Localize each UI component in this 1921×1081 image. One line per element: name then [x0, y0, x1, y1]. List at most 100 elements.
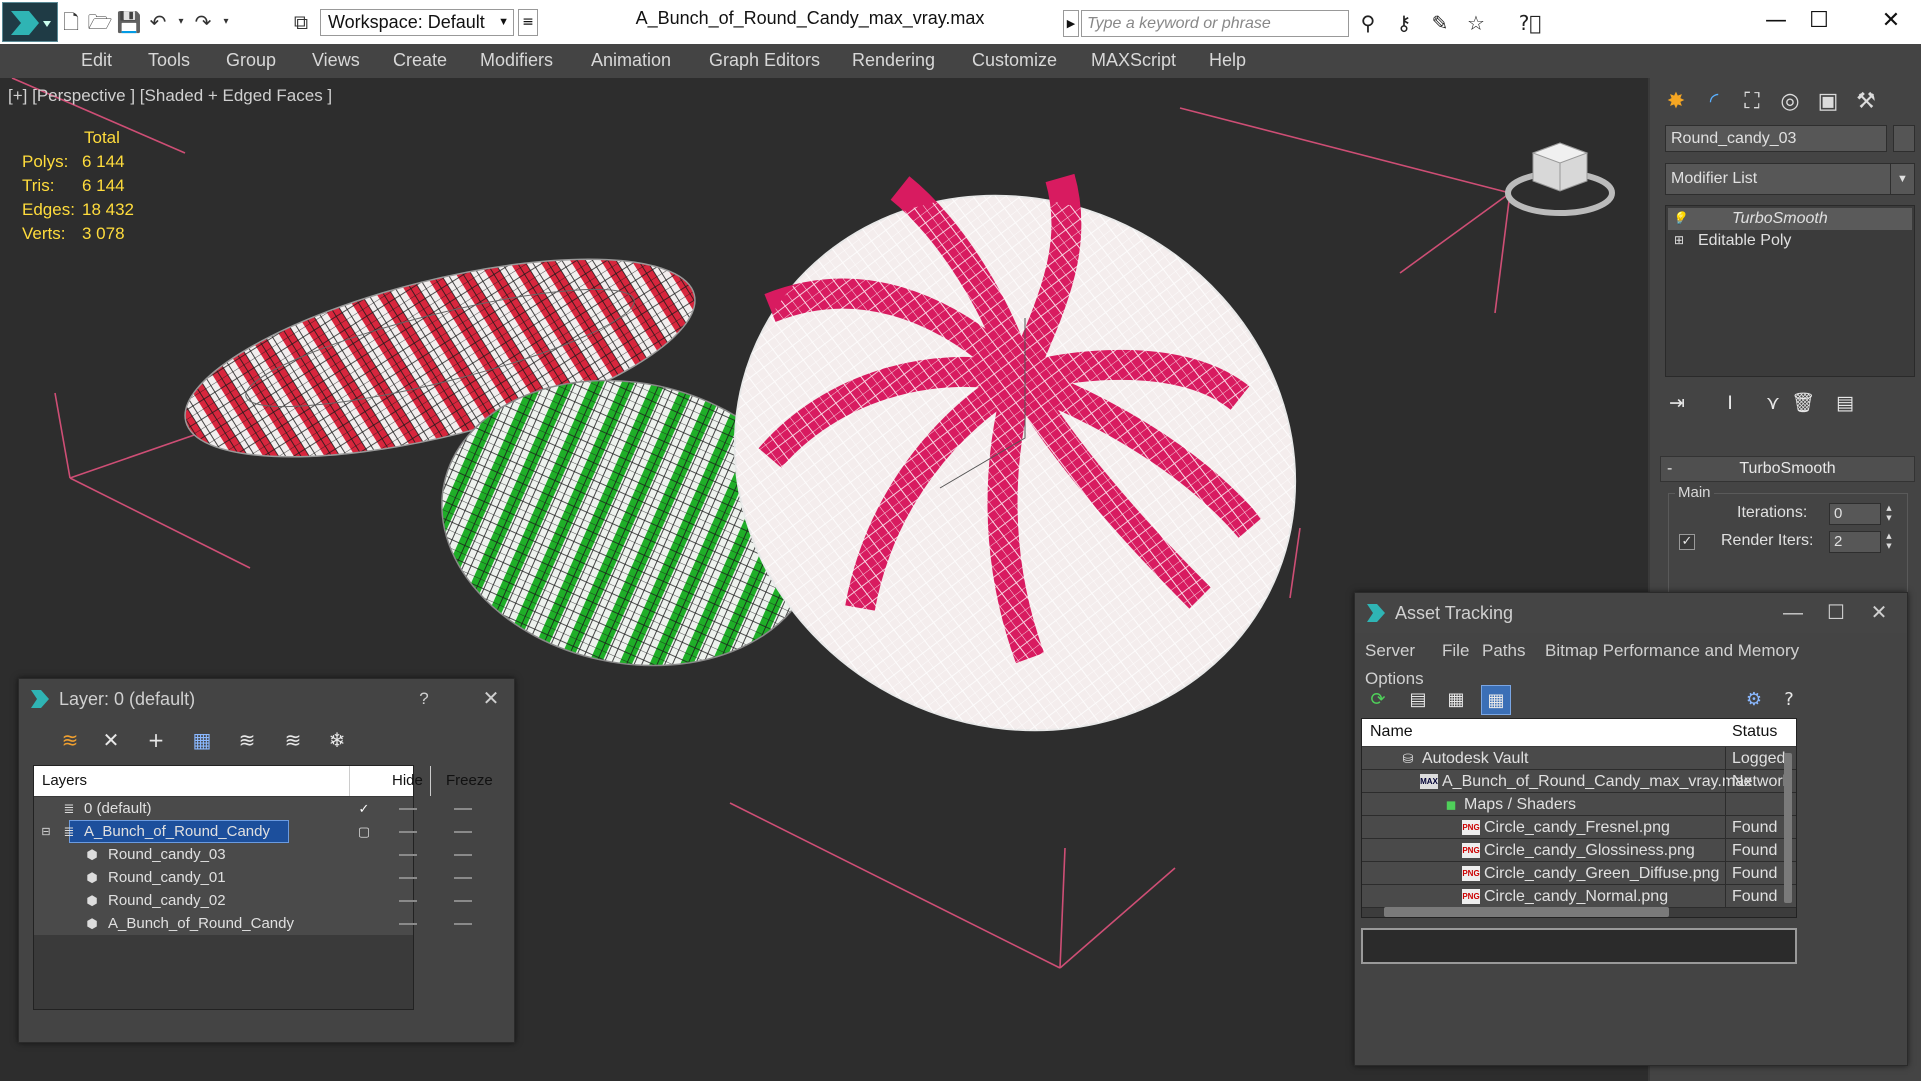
close-button[interactable]: ✕ — [476, 685, 506, 713]
configure-sets-icon[interactable]: ▤ — [1830, 388, 1860, 418]
vault-options-icon[interactable]: ⚙ — [1739, 685, 1769, 715]
viewport-label[interactable]: [+] [Perspective ] [Shaded + Edged Faces… — [8, 86, 332, 106]
layer-window-titlebar[interactable]: Layer: 0 (default) ? ✕ — [19, 679, 514, 719]
hide-toggle[interactable] — [399, 923, 417, 925]
spinner-arrows-icon[interactable]: ▲ ▼ — [1883, 503, 1895, 525]
freeze-all-layers-icon[interactable]: ❄ — [322, 725, 352, 755]
menu-graph-editors[interactable]: Graph Editors — [709, 50, 820, 71]
column-freeze[interactable]: Freeze — [446, 772, 493, 789]
binoculars-icon[interactable]: ⚲ — [1353, 10, 1383, 37]
column-layers[interactable]: Layers — [42, 772, 87, 789]
freeze-toggle[interactable] — [454, 923, 472, 925]
menu-create[interactable]: Create — [393, 50, 447, 71]
menu-edit[interactable]: Edit — [81, 50, 112, 71]
open-file-icon[interactable]: 🗁 — [87, 10, 113, 34]
modify-tab-icon[interactable]: ◜ — [1698, 86, 1730, 118]
render-iters-spinner[interactable]: 2 — [1829, 531, 1881, 553]
hide-toggle[interactable] — [399, 808, 417, 810]
menu-customize[interactable]: Customize — [972, 50, 1057, 71]
refresh-icon[interactable]: ⟳ — [1363, 685, 1393, 715]
freeze-toggle[interactable] — [454, 831, 472, 833]
menu-bitmap-performance[interactable]: Bitmap Performance and Memory — [1545, 641, 1799, 661]
make-unique-icon[interactable]: ⋎ — [1758, 388, 1788, 418]
close-button[interactable]: ✕ — [1864, 599, 1894, 627]
menu-animation[interactable]: Animation — [591, 50, 671, 71]
remove-modifier-icon[interactable]: 🗑 — [1788, 388, 1818, 418]
new-file-icon[interactable]: 🗋 — [58, 10, 84, 34]
stack-item-editable-poly[interactable]: ⊞ Editable Poly — [1668, 230, 1912, 252]
menu-group[interactable]: Group — [226, 50, 276, 71]
search-input[interactable]: Type a keyword or phrase — [1081, 10, 1349, 37]
sign-in-icon[interactable]: ✎ — [1425, 10, 1455, 37]
redo-dropdown-icon[interactable]: ▾ — [213, 10, 239, 34]
object-row[interactable]: ⬢ Round_candy_02 — [34, 889, 472, 912]
menu-server[interactable]: Server — [1365, 641, 1415, 661]
object-name-field[interactable]: Round_candy_03 — [1665, 125, 1887, 152]
asset-row[interactable]: PNG Circle_candy_Green_Diffuse.png Found — [1362, 862, 1796, 885]
render-iters-checkbox[interactable]: ✓ — [1679, 534, 1695, 550]
show-end-result-icon[interactable]: I — [1715, 388, 1745, 418]
turbosmooth-rollout[interactable]: - TurboSmooth — [1660, 456, 1915, 482]
create-tab-icon[interactable]: ✸ — [1660, 86, 1692, 118]
viewcube-icon[interactable] — [1505, 123, 1615, 218]
pink-swirl-candy[interactable] — [640, 98, 1389, 828]
add-to-layer-icon[interactable]: + — [141, 725, 171, 755]
list-view-icon[interactable]: ▤ — [1403, 685, 1433, 715]
hide-toggle[interactable] — [399, 831, 417, 833]
minimize-button[interactable]: — — [1778, 599, 1808, 627]
workspace-selector[interactable]: Workspace: Default ▼ — [320, 9, 514, 36]
freeze-toggle[interactable] — [454, 854, 472, 856]
hide-toggle[interactable] — [399, 900, 417, 902]
vertical-scrollbar[interactable] — [1784, 753, 1792, 903]
freeze-toggle[interactable] — [454, 877, 472, 879]
utilities-tab-icon[interactable]: ⚒ — [1850, 86, 1882, 118]
spinner-arrows-icon[interactable]: ▲ ▼ — [1883, 531, 1895, 553]
menu-modifiers[interactable]: Modifiers — [480, 50, 553, 71]
lightbulb-icon[interactable]: 💡 — [1672, 211, 1687, 225]
asset-row[interactable]: PNG Circle_candy_Glossiness.png Found — [1362, 839, 1796, 862]
column-status[interactable]: Status — [1732, 723, 1777, 741]
menu-paths[interactable]: Paths — [1482, 641, 1525, 661]
hide-toggle[interactable] — [399, 877, 417, 879]
thumbnail-view-icon[interactable]: ▦ — [1441, 685, 1471, 715]
object-row[interactable]: ⬢ Round_candy_01 — [34, 866, 472, 889]
delete-layer-icon[interactable]: ✕ — [96, 725, 126, 755]
set-active-layer-icon[interactable]: ▢ — [356, 824, 372, 840]
freeze-toggle[interactable] — [454, 900, 472, 902]
help-button[interactable]: ? — [409, 685, 439, 713]
asset-row[interactable]: ⛁ Autodesk Vault Logged — [1362, 747, 1796, 770]
maximize-button[interactable]: ☐ — [1821, 599, 1851, 627]
expand-plus-icon[interactable]: ⊞ — [1672, 233, 1686, 247]
collapse-icon[interactable]: ⊟ — [38, 824, 54, 840]
save-file-icon[interactable]: 💾 — [116, 10, 142, 34]
object-row[interactable]: ⬢ A_Bunch_of_Round_Candy — [34, 912, 472, 935]
project-folder-icon[interactable]: ⧉ — [288, 10, 314, 34]
object-row[interactable]: ⬢ Round_candy_03 — [34, 843, 472, 866]
menu-tools[interactable]: Tools — [148, 50, 190, 71]
hide-toggle[interactable] — [399, 854, 417, 856]
close-button[interactable]: ✕ — [1864, 4, 1918, 38]
menu-help[interactable]: Help — [1209, 50, 1246, 71]
help-icon[interactable]: ?⃝ — [1515, 10, 1545, 37]
column-hide[interactable]: Hide — [392, 772, 423, 789]
search-expand-icon[interactable]: ▶ — [1063, 10, 1079, 37]
menu-maxscript[interactable]: MAXScript — [1091, 50, 1176, 71]
asset-row[interactable]: ◼ Maps / Shaders — [1362, 793, 1796, 816]
layer-row[interactable]: ⊟ ≣ A_Bunch_of_Round_Candy ▢ — [34, 820, 472, 843]
asset-row[interactable]: MAX A_Bunch_of_Round_Candy_max_vray.max … — [1362, 770, 1796, 793]
motion-tab-icon[interactable]: ◎ — [1774, 86, 1806, 118]
asset-row[interactable]: PNG Circle_candy_Fresnel.png Found — [1362, 816, 1796, 839]
highlight-layer-icon[interactable]: ≋ — [232, 725, 262, 755]
hide-all-layers-icon[interactable]: ≋ — [278, 725, 308, 755]
menu-rendering[interactable]: Rendering — [852, 50, 935, 71]
asset-row[interactable]: PNG Circle_candy_Normal.png Found — [1362, 885, 1796, 908]
app-menu-button[interactable] — [2, 2, 58, 42]
object-color-swatch[interactable] — [1893, 125, 1915, 152]
key-icon[interactable]: ⚷ — [1389, 10, 1419, 37]
new-layer-icon[interactable]: ≋ — [55, 725, 85, 755]
help-icon[interactable]: ? — [1774, 685, 1804, 715]
pin-stack-icon[interactable]: ⇥ — [1662, 388, 1692, 418]
table-view-icon[interactable]: ▦ — [1481, 685, 1511, 715]
freeze-toggle[interactable] — [454, 808, 472, 810]
menu-file[interactable]: File — [1442, 641, 1469, 661]
